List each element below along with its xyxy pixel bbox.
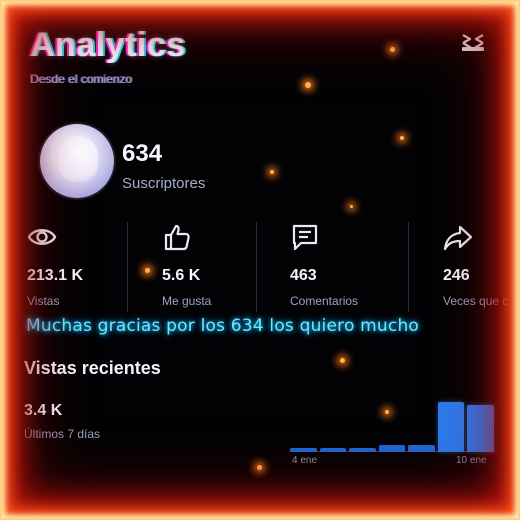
recent-views-chart[interactable] — [290, 400, 494, 452]
overlay-caption: Muchas gracias por los 634 los quiero mu… — [26, 316, 420, 336]
stat-value: 213.1 K — [27, 267, 84, 284]
recent-views-title: Vistas recientes — [24, 358, 161, 378]
stat-divider — [127, 222, 128, 312]
ember-particle — [400, 136, 404, 140]
ember-particle — [305, 82, 311, 88]
subscriber-label: Suscriptores — [122, 175, 206, 192]
stat-value: 5.6 K — [162, 267, 201, 284]
x-tick-label: 10 ene — [456, 455, 487, 466]
recent-views-period: Últimos 7 días — [24, 427, 101, 441]
capcut-logo-icon — [462, 33, 484, 51]
share-icon — [443, 225, 473, 251]
x-tick-label: 4 ene — [292, 455, 318, 466]
stat-value: 246 — [443, 267, 470, 284]
stat-divider — [256, 222, 257, 312]
stat-label: Veces que c — [443, 294, 509, 308]
stat-views[interactable]: 213.1 K Vistas — [27, 222, 119, 318]
page-title: Analytics — [30, 26, 186, 64]
chart-bar — [408, 444, 435, 452]
stat-likes[interactable]: 5.6 K Me gusta — [162, 222, 252, 318]
chart-bar — [467, 404, 494, 452]
channel-avatar[interactable] — [40, 124, 114, 198]
ember-particle — [145, 268, 150, 273]
stat-label: Vistas — [27, 294, 60, 308]
ember-particle — [350, 205, 353, 208]
ember-particle — [390, 47, 395, 52]
chart-bar — [319, 448, 347, 452]
stat-divider — [408, 222, 409, 312]
stat-comments[interactable]: 463 Comentarios — [290, 222, 400, 318]
chart-bar — [437, 402, 465, 452]
comment-icon — [292, 224, 318, 251]
stat-value: 463 — [290, 267, 317, 284]
analytics-screen: Analytics Desde el comienzo 634 Suscript… — [0, 0, 520, 520]
chart-bar — [290, 448, 317, 452]
page-subtitle: Desde el comienzo — [30, 72, 133, 86]
stat-label: Comentarios — [290, 294, 359, 308]
chart-bar — [378, 444, 406, 452]
ember-particle — [270, 170, 274, 174]
eye-icon — [27, 229, 57, 245]
thumbs-up-icon — [164, 224, 190, 251]
stat-shares[interactable]: 246 Veces que c — [443, 222, 513, 318]
ember-particle — [257, 465, 262, 470]
chart-bar — [349, 448, 376, 452]
recent-views-value: 3.4 K — [24, 402, 63, 419]
stat-label: Me gusta — [162, 294, 212, 308]
ember-particle — [340, 358, 345, 363]
subscriber-count: 634 — [122, 140, 163, 167]
